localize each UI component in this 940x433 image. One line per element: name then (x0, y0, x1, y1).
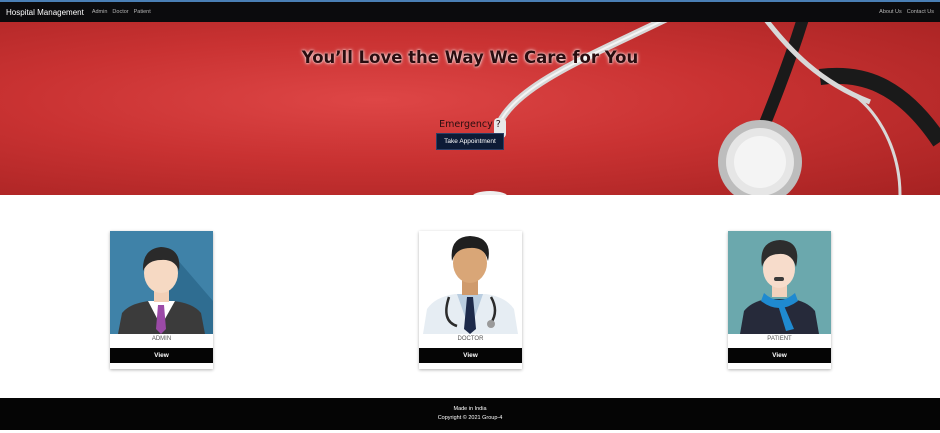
footer: Made in India Copyright © 2021 Group-4 (0, 398, 940, 430)
admin-label: ADMIN (151, 336, 172, 342)
patient-card: PATIENT View (728, 231, 831, 369)
take-appointment-button[interactable]: Take Appointment (436, 133, 504, 150)
nav-right-group: About Us Contact Us (874, 9, 934, 15)
nav-link-patient[interactable]: Patient (134, 9, 151, 15)
hero-banner: You’ll Love the Way We Care for You Emer… (0, 22, 940, 195)
navbar: Hospital Management Admin Doctor Patient… (0, 0, 940, 22)
nav-link-contact-us[interactable]: Contact Us (907, 9, 934, 15)
nav-link-about-us[interactable]: About Us (879, 9, 902, 15)
nav-link-doctor[interactable]: Doctor (112, 9, 128, 15)
emergency-text: Emergency ? (439, 119, 501, 130)
doctor-card: DOCTOR View (419, 231, 522, 369)
nav-link-admin[interactable]: Admin (92, 9, 108, 15)
brand-link[interactable]: Hospital Management (6, 8, 84, 17)
doctor-label: DOCTOR (457, 336, 484, 342)
admin-avatar-image (110, 231, 213, 334)
patient-label: PATIENT (767, 336, 792, 342)
patient-avatar-image (728, 231, 831, 334)
hero-title: You’ll Love the Way We Care for You (301, 48, 639, 67)
doctor-avatar-image (419, 231, 522, 334)
footer-copyright: Copyright © 2021 Group-4 (437, 415, 503, 421)
admin-card: ADMIN View (110, 231, 213, 369)
admin-view-button[interactable]: View (110, 348, 213, 363)
patient-view-button[interactable]: View (728, 348, 831, 363)
footer-made-in: Made in India (453, 406, 487, 412)
doctor-view-button[interactable]: View (419, 348, 522, 363)
